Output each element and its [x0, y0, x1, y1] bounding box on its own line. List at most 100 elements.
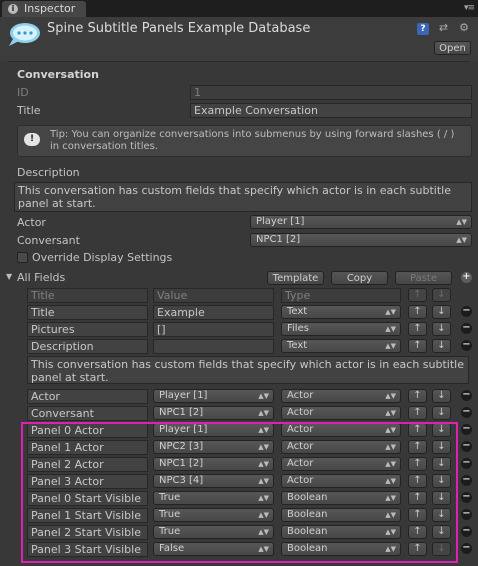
- move-up-button[interactable]: ↑: [408, 491, 427, 505]
- field-value-dropdown[interactable]: NPC2 [3] ▲▼: [153, 440, 274, 454]
- field-type-dropdown[interactable]: Boolean ▲▼: [281, 508, 401, 522]
- column-header-value: Value: [153, 288, 274, 303]
- remove-field-icon[interactable]: −: [461, 306, 472, 317]
- remove-field-icon[interactable]: −: [461, 458, 472, 469]
- field-type-dropdown[interactable]: Text ▲▼: [281, 339, 401, 353]
- move-up-button[interactable]: ↑: [408, 322, 427, 336]
- actor-dropdown[interactable]: Player [1] ▲▼: [250, 215, 472, 229]
- remove-field-icon[interactable]: −: [461, 407, 472, 418]
- field-title-cell[interactable]: Panel 0 Actor: [27, 423, 148, 438]
- description-field[interactable]: This conversation has custom fields that…: [14, 182, 472, 212]
- field-value-dropdown[interactable]: True ▲▼: [153, 508, 274, 522]
- override-display-checkbox[interactable]: [17, 252, 28, 263]
- title-field[interactable]: Example Conversation: [190, 103, 472, 118]
- move-up-button[interactable]: ↑: [408, 542, 427, 556]
- move-up-button[interactable]: ↑: [408, 423, 427, 437]
- field-title-cell[interactable]: Panel 1 Actor: [27, 440, 148, 455]
- move-down-button[interactable]: ↓: [432, 525, 451, 539]
- move-down-button[interactable]: ↓: [432, 322, 451, 336]
- foldout-arrow-icon[interactable]: ▼: [6, 272, 12, 281]
- remove-field-icon[interactable]: −: [461, 492, 472, 503]
- help-icon[interactable]: ?: [417, 23, 429, 35]
- speech-bubble-icon: !: [24, 133, 40, 146]
- field-title-cell[interactable]: Panel 3 Actor: [27, 474, 148, 489]
- remove-field-icon[interactable]: −: [461, 340, 472, 351]
- open-button[interactable]: Open: [434, 41, 471, 55]
- remove-field-icon[interactable]: −: [461, 390, 472, 401]
- add-field-icon[interactable]: +: [461, 272, 472, 283]
- move-up-button[interactable]: ↑: [408, 474, 427, 488]
- field-type-dropdown[interactable]: Actor ▲▼: [281, 474, 401, 488]
- tab-inspector[interactable]: i Inspector: [2, 1, 86, 17]
- remove-field-icon[interactable]: −: [461, 526, 472, 537]
- move-up-button[interactable]: ↑: [408, 305, 427, 319]
- dropdown-arrows-icon: ▲▼: [385, 511, 396, 519]
- move-down-button[interactable]: ↓: [432, 457, 451, 471]
- move-down-button[interactable]: ↓: [432, 491, 451, 505]
- move-up-button[interactable]: ↑: [408, 406, 427, 420]
- field-value-dropdown[interactable]: Player [1] ▲▼: [153, 389, 274, 403]
- copy-button[interactable]: Copy: [331, 271, 388, 285]
- field-type-dropdown[interactable]: Boolean ▲▼: [281, 542, 401, 556]
- paste-button[interactable]: Paste: [395, 271, 452, 285]
- field-title-cell[interactable]: Panel 1 Start Visible: [27, 508, 148, 523]
- field-value-dropdown[interactable]: NPC1 [2] ▲▼: [153, 406, 274, 420]
- move-down-button[interactable]: ↓: [432, 440, 451, 454]
- move-up-button[interactable]: ↑: [408, 440, 427, 454]
- all-fields-label[interactable]: All Fields: [17, 271, 65, 284]
- field-type-dropdown[interactable]: Boolean ▲▼: [281, 525, 401, 539]
- field-type-dropdown[interactable]: Actor ▲▼: [281, 406, 401, 420]
- description-long-field[interactable]: This conversation has custom fields that…: [27, 356, 469, 384]
- tab-menu-icon[interactable]: ▾≡: [464, 3, 475, 13]
- remove-field-icon[interactable]: −: [461, 543, 472, 554]
- move-up-button[interactable]: ↑: [408, 389, 427, 403]
- remove-field-icon[interactable]: −: [461, 441, 472, 452]
- field-value-dropdown[interactable]: True ▲▼: [153, 491, 274, 505]
- preset-icon[interactable]: ⇄: [438, 22, 450, 34]
- inspector-header: Spine Subtitle Panels Example Database ?…: [0, 17, 478, 61]
- template-button[interactable]: Template: [267, 271, 324, 285]
- remove-field-icon[interactable]: −: [461, 475, 472, 486]
- field-type-dropdown[interactable]: Actor ▲▼: [281, 389, 401, 403]
- field-value-dropdown[interactable]: True ▲▼: [153, 525, 274, 539]
- move-up-button[interactable]: ↑: [408, 525, 427, 539]
- move-down-button[interactable]: ↓: [432, 389, 451, 403]
- field-value-cell[interactable]: Example: [153, 305, 274, 320]
- field-type-dropdown[interactable]: Actor ▲▼: [281, 423, 401, 437]
- move-down-button[interactable]: ↓: [432, 474, 451, 488]
- field-title-cell[interactable]: Actor: [27, 389, 148, 404]
- field-title-cell[interactable]: Panel 3 Start Visible: [27, 542, 148, 557]
- move-down-button[interactable]: ↓: [432, 305, 451, 319]
- field-type-dropdown[interactable]: Actor ▲▼: [281, 440, 401, 454]
- move-down-button[interactable]: ↓: [432, 423, 451, 437]
- field-value-cell[interactable]: []: [153, 322, 274, 337]
- move-up-button[interactable]: ↑: [408, 457, 427, 471]
- conversant-dropdown[interactable]: NPC1 [2] ▲▼: [250, 233, 472, 247]
- field-value-dropdown[interactable]: NPC1 [2] ▲▼: [153, 457, 274, 471]
- remove-field-icon[interactable]: −: [461, 509, 472, 520]
- field-type-dropdown[interactable]: Text ▲▼: [281, 305, 401, 319]
- field-value-cell[interactable]: [153, 339, 274, 354]
- move-down-button[interactable]: ↓: [432, 339, 451, 353]
- move-up-button[interactable]: ↑: [408, 508, 427, 522]
- field-type-dropdown[interactable]: Files ▲▼: [281, 322, 401, 336]
- field-value-dropdown[interactable]: NPC3 [4] ▲▼: [153, 474, 274, 488]
- field-title-cell[interactable]: Panel 2 Actor: [27, 457, 148, 472]
- field-type-dropdown[interactable]: Boolean ▲▼: [281, 491, 401, 505]
- remove-field-icon[interactable]: −: [461, 424, 472, 435]
- field-title-cell[interactable]: Conversant: [27, 406, 148, 421]
- field-title-cell[interactable]: Title: [27, 305, 148, 320]
- move-down-button[interactable]: ↓: [432, 406, 451, 420]
- dropdown-arrows-icon: ▲▼: [385, 545, 396, 553]
- field-value-dropdown[interactable]: False ▲▼: [153, 542, 274, 556]
- field-value-dropdown[interactable]: Player [1] ▲▼: [153, 423, 274, 437]
- move-down-button[interactable]: ↓: [432, 508, 451, 522]
- remove-field-icon[interactable]: −: [461, 323, 472, 334]
- gear-icon[interactable]: ⚙: [458, 22, 470, 34]
- move-up-button[interactable]: ↑: [408, 339, 427, 353]
- field-title-cell[interactable]: Panel 2 Start Visible: [27, 525, 148, 540]
- field-title-cell[interactable]: Pictures: [27, 322, 148, 337]
- field-title-cell[interactable]: Panel 0 Start Visible: [27, 491, 148, 506]
- field-title-cell[interactable]: Description: [27, 339, 148, 354]
- field-type-dropdown[interactable]: Actor ▲▼: [281, 457, 401, 471]
